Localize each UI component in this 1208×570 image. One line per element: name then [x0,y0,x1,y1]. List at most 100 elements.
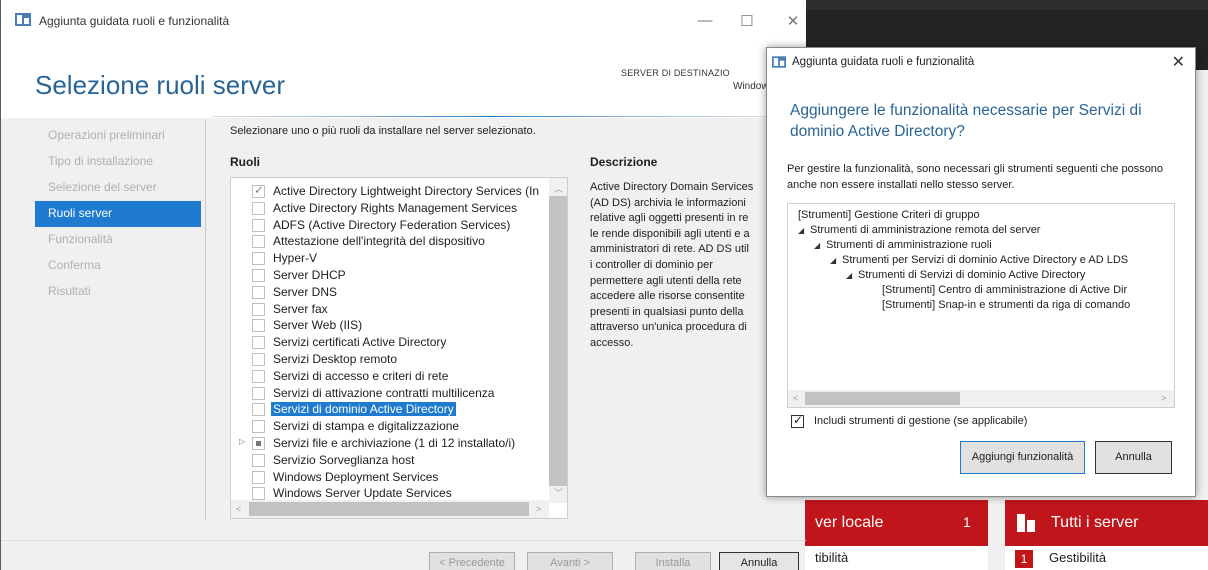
tile-local-server-header[interactable]: ver locale 1 [805,500,988,546]
next-button[interactable]: Avanti > [527,552,613,570]
role-checkbox[interactable] [252,252,265,266]
role-row[interactable]: Server fax [231,301,549,318]
role-row[interactable]: Servizi certificati Active Directory [231,334,549,351]
role-checkbox[interactable] [252,235,265,249]
role-row[interactable]: Active Directory Lightweight Directory S… [231,183,549,200]
role-checkbox[interactable] [252,386,265,400]
tree-item[interactable]: [Strumenti] Centro di amministrazione di… [882,284,1127,296]
page-title: Selezione ruoli server [35,70,286,100]
role-checkbox[interactable] [252,436,265,450]
dialog-title: Aggiunta guidata ruoli e funzionalità [792,56,975,68]
tree-item[interactable]: ◢ Strumenti di amministrazione ruoli [814,239,992,251]
required-tools-tree: [Strumenti] Gestione Criteri di gruppo ◢ S… [787,203,1175,408]
nav-item-ruoli-server[interactable]: Ruoli server [35,201,201,227]
nav-item-tipo-installazione[interactable]: Tipo di installazione [35,149,201,175]
role-checkbox[interactable] [252,319,265,333]
role-row[interactable]: Servizi di dominio Active Directory [231,401,549,418]
role-checkbox[interactable] [252,201,265,215]
scroll-down-icon[interactable]: ﹀ [554,486,563,499]
role-label: Active Directory Rights Management Servi… [273,200,518,215]
maximize-button[interactable]: ☐ [735,12,759,30]
tree-item-label: Strumenti di amministrazione remota del … [810,224,1041,236]
minimize-button[interactable]: — [693,12,717,29]
roles-horizontal-scroll-thumb[interactable] [249,502,529,516]
collapse-arrow-icon[interactable]: ◢ [814,241,826,250]
role-label: Hyper-V [273,251,318,266]
role-row[interactable]: Active Directory Rights Management Servi… [231,200,549,217]
role-row[interactable]: Servizi di attivazione contratti multili… [231,385,549,402]
include-tools-checkbox[interactable] [791,413,804,428]
role-checkbox[interactable] [252,403,265,417]
role-row[interactable]: Server DNS [231,284,549,301]
scroll-left-icon[interactable]: < [236,504,241,514]
background-titlebar [805,0,1208,10]
tree-item[interactable]: ◢ Strumenti per Servizi di dominio Active… [830,254,1128,266]
role-label: Windows Deployment Services [273,469,439,484]
nav-item-risultati[interactable]: Risultati [35,279,201,305]
tree-item[interactable]: ◢ Strumenti di amministrazione remota del… [798,224,1040,236]
tile-all-servers-title: Tutti i server [1051,514,1139,531]
tree-item-label: Strumenti per Servizi di dominio Active … [842,254,1129,266]
scroll-right-icon[interactable]: > [1161,393,1166,403]
server-manager-app-icon [15,13,31,26]
role-row[interactable]: Windows Deployment Services [231,469,549,486]
tree-item-label: [Strumenti] Snap-in e strumenti da riga … [882,299,1131,311]
role-checkbox[interactable] [252,183,265,198]
role-row[interactable]: Hyper-V [231,250,549,267]
server-icon [1017,514,1035,532]
role-row[interactable]: Attestazione dell'integrità del disposit… [231,233,549,250]
tile-local-server-row[interactable]: tibilità [805,546,988,570]
expand-arrow-icon[interactable]: ▷ [239,437,245,446]
footer-divider [1,540,806,541]
cancel-button[interactable]: Annulla [719,552,799,570]
nav-item-funzionalita[interactable]: Funzionalità [35,227,201,253]
role-row[interactable]: Server DHCP [231,267,549,284]
role-checkbox[interactable] [252,352,265,366]
role-label: Server fax [273,301,328,316]
collapse-arrow-icon[interactable]: ◢ [798,226,810,235]
install-button[interactable]: Installa [635,552,711,570]
add-features-dialog: Aggiunta guidata ruoli e funzionalità ✕ … [766,47,1196,497]
nav-item-conferma[interactable]: Conferma [35,253,201,279]
scroll-right-icon[interactable]: > [536,504,541,514]
collapse-arrow-icon[interactable]: ◢ [830,256,842,265]
role-row[interactable]: ▷ Servizi file e archiviazione (1 di 12 i… [231,435,549,452]
dialog-cancel-button[interactable]: Annulla [1095,441,1172,474]
wizard-nav: Operazioni preliminari Tipo di installaz… [35,123,201,305]
role-row[interactable]: Servizi di accesso e criteri di rete [231,368,549,385]
role-checkbox[interactable] [252,470,265,484]
tree-item[interactable]: [Strumenti] Snap-in e strumenti da riga … [882,299,1130,311]
dialog-titlebar[interactable]: Aggiunta guidata ruoli e funzionalità ✕ [767,48,1195,78]
tree-item[interactable]: [Strumenti] Gestione Criteri di gruppo [798,209,980,221]
role-checkbox[interactable] [252,285,265,299]
role-checkbox[interactable] [252,487,265,501]
role-row[interactable]: Servizi Desktop remoto [231,351,549,368]
dialog-close-button[interactable]: ✕ [1172,52,1185,72]
role-checkbox[interactable] [252,420,265,434]
role-checkbox[interactable] [252,302,265,316]
tile-all-servers-row[interactable]: 1 Gestibilità [1005,546,1208,570]
role-checkbox[interactable] [252,218,265,232]
role-row[interactable]: Servizi di stampa e digitalizzazione [231,418,549,435]
scroll-left-icon[interactable]: < [793,393,798,403]
close-button[interactable]: ✕ [781,12,805,30]
wizard-titlebar[interactable]: Aggiunta guidata ruoli e funzionalità — … [1,0,806,40]
add-features-button[interactable]: Aggiungi funzionalità [960,441,1085,474]
previous-button[interactable]: < Precedente [429,552,515,570]
tree-item[interactable]: ◢ Strumenti di Servizi di dominio Active … [846,269,1085,281]
nav-item-selezione-server[interactable]: Selezione del server [35,175,201,201]
tree-horizontal-scroll-thumb[interactable] [805,392,960,405]
nav-item-operazioni-preliminari[interactable]: Operazioni preliminari [35,123,201,149]
role-row[interactable]: ADFS (Active Directory Federation Servic… [231,217,549,234]
role-checkbox[interactable] [252,369,265,383]
tile-all-servers-header[interactable]: Tutti i server [1005,500,1208,546]
role-checkbox[interactable] [252,336,265,350]
role-row[interactable]: Servizio Sorveglianza host [231,452,549,469]
role-checkbox[interactable] [252,453,265,467]
scroll-up-icon[interactable]: ︿ [554,182,563,195]
role-label: Servizi di dominio Active Directory [271,402,456,417]
role-checkbox[interactable] [252,268,265,282]
role-row[interactable]: Server Web (IIS) [231,317,549,334]
roles-vertical-scroll-thumb[interactable] [549,196,567,486]
collapse-arrow-icon[interactable]: ◢ [846,271,858,280]
